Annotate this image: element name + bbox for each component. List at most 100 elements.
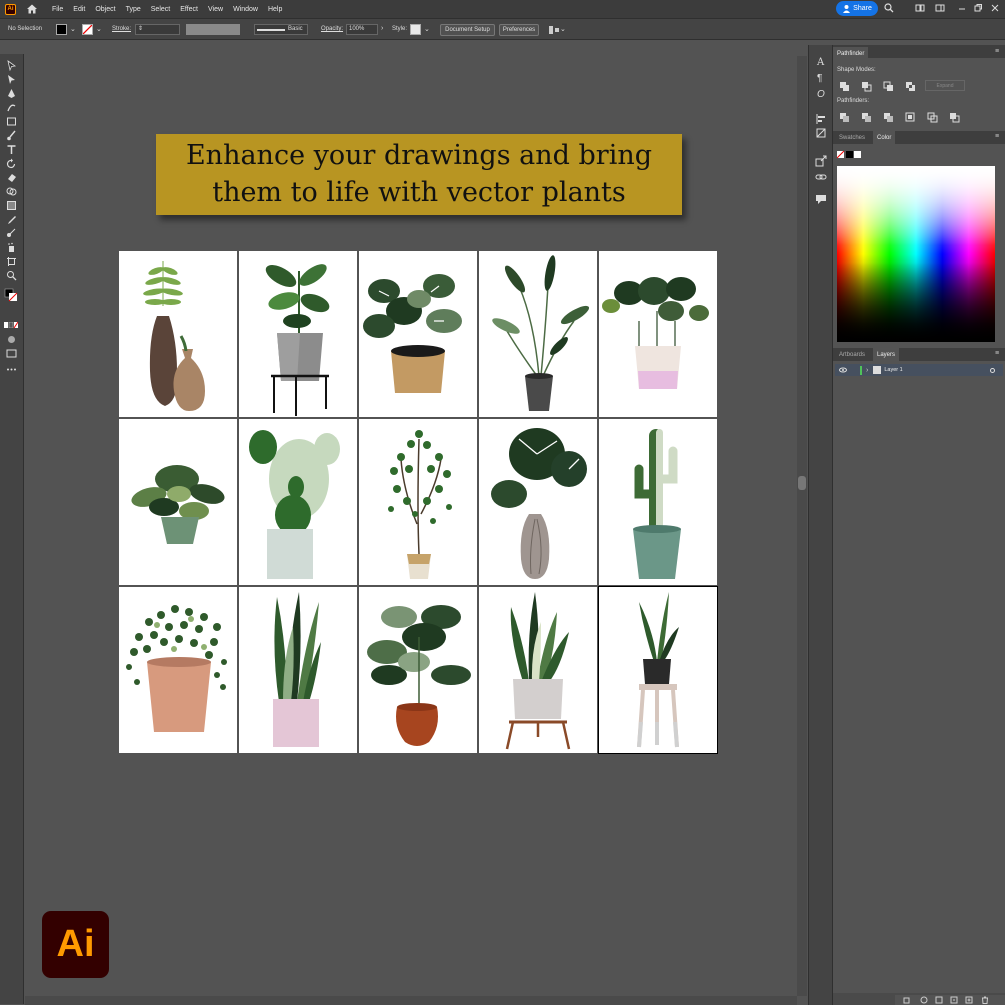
paragraph-icon[interactable]: ¶: [815, 71, 827, 83]
align-panel-icon[interactable]: [815, 113, 827, 125]
zoom-tool-icon[interactable]: [6, 270, 17, 281]
locate-icon[interactable]: [920, 996, 928, 1004]
brush-definition[interactable]: Basic: [254, 24, 308, 35]
artboard-plant-stool[interactable]: [598, 586, 718, 754]
restore-icon[interactable]: [973, 3, 983, 13]
gradient-tool-icon[interactable]: [6, 200, 17, 211]
artboard-cactus-white-pot[interactable]: [239, 419, 357, 585]
artboard-monstera-clay-pot[interactable]: [359, 587, 477, 753]
paintbrush-tool-icon[interactable]: [6, 130, 17, 141]
symbol-sprayer-tool-icon[interactable]: [6, 242, 17, 253]
eye-icon[interactable]: [839, 367, 847, 373]
preferences-button[interactable]: Preferences: [499, 24, 539, 36]
tab-color[interactable]: Color: [873, 131, 896, 144]
chevron-right-icon[interactable]: ›: [866, 367, 868, 374]
expand-button[interactable]: Expand: [925, 80, 965, 91]
opacity-label[interactable]: Opacity:: [321, 26, 343, 32]
links-icon[interactable]: [815, 171, 827, 183]
pathfinder-buttons[interactable]: [839, 112, 969, 123]
new-sublayer-icon[interactable]: [950, 996, 958, 1004]
panel-menu-icon[interactable]: ≡: [995, 48, 999, 55]
chevron-down-icon[interactable]: ⌄: [560, 25, 566, 33]
layer-name[interactable]: Layer 1: [884, 367, 902, 373]
new-layer-icon[interactable]: [965, 996, 973, 1004]
chevron-down-icon[interactable]: ⌄: [70, 25, 76, 33]
home-icon[interactable]: [26, 3, 38, 15]
artboard-bird-of-paradise[interactable]: [479, 251, 597, 417]
search-icon[interactable]: [884, 3, 894, 13]
selection-tool-icon[interactable]: [6, 60, 17, 71]
type-tool-icon[interactable]: [6, 144, 17, 155]
opacity-field[interactable]: 100%: [346, 24, 378, 35]
draw-mode-icon[interactable]: [6, 334, 17, 345]
opentype-icon[interactable]: O: [815, 87, 827, 99]
align-icon[interactable]: [548, 24, 560, 36]
artboard-rubber-plant-stand[interactable]: [239, 251, 357, 417]
artboard-saguaro-cactus[interactable]: [599, 419, 717, 585]
menu-type[interactable]: Type: [126, 6, 141, 13]
comments-icon[interactable]: [815, 193, 827, 205]
character-icon[interactable]: A: [815, 55, 827, 67]
scroll-thumb[interactable]: [798, 476, 806, 490]
layer-row[interactable]: › Layer 1: [835, 364, 1003, 376]
tab-layers[interactable]: Layers: [873, 348, 900, 361]
vertical-scrollbar[interactable]: [797, 56, 807, 996]
menu-window[interactable]: Window: [233, 6, 258, 13]
artboard-trailing-plant-terracotta[interactable]: [119, 587, 237, 753]
artboard-snake-plant-stand[interactable]: [479, 587, 597, 753]
trash-icon[interactable]: [981, 996, 989, 1004]
fill-stroke-swatches[interactable]: [4, 288, 18, 302]
more-tools-icon[interactable]: [6, 364, 17, 375]
shape-mode-buttons[interactable]: [839, 81, 929, 92]
clipping-mask-icon[interactable]: [935, 996, 943, 1004]
panel-menu-icon[interactable]: ≡: [995, 350, 999, 357]
artboard-tree-basket[interactable]: [359, 419, 477, 585]
color-swatches-row[interactable]: [837, 151, 861, 159]
headline-banner[interactable]: Enhance your drawings and bring them to …: [156, 134, 682, 215]
screen-mode-icon[interactable]: [6, 348, 17, 359]
arrange-documents-icon[interactable]: [915, 3, 925, 13]
artboard-fern-vases[interactable]: [119, 251, 237, 417]
graphic-style-swatch[interactable]: [410, 24, 421, 35]
menu-object[interactable]: Object: [95, 6, 115, 13]
eraser-tool-icon[interactable]: [6, 172, 17, 183]
tab-artboards[interactable]: Artboards: [835, 348, 869, 361]
rotate-tool-icon[interactable]: [6, 158, 17, 169]
rectangle-tool-icon[interactable]: [6, 116, 17, 127]
fill-swatch[interactable]: [56, 24, 67, 35]
menu-edit[interactable]: Edit: [73, 6, 85, 13]
chevron-right-icon[interactable]: ›: [381, 25, 383, 32]
share-button[interactable]: Share: [836, 1, 878, 16]
pen-tool-icon[interactable]: [6, 88, 17, 99]
close-icon[interactable]: [990, 3, 1000, 13]
curvature-tool-icon[interactable]: [6, 102, 17, 113]
workspace-icon[interactable]: [935, 3, 945, 13]
menu-view[interactable]: View: [208, 6, 223, 13]
stroke-label[interactable]: Stroke:: [112, 26, 131, 32]
shape-builder-tool-icon[interactable]: [6, 186, 17, 197]
chevron-down-icon[interactable]: ⌄: [424, 25, 430, 33]
menu-select[interactable]: Select: [151, 6, 170, 13]
menu-help[interactable]: Help: [268, 6, 282, 13]
target-icon[interactable]: [990, 367, 995, 373]
blend-tool-icon[interactable]: [6, 228, 17, 239]
artboard-philodendron-basket[interactable]: [599, 251, 717, 417]
stroke-weight-field[interactable]: ⇕: [135, 24, 180, 35]
panel-menu-icon[interactable]: ≡: [995, 133, 999, 140]
eyedropper-tool-icon[interactable]: [6, 214, 17, 225]
tab-pathfinder[interactable]: Pathfinder: [833, 47, 869, 60]
export-icon[interactable]: [903, 996, 911, 1004]
export-icon[interactable]: [815, 155, 827, 167]
color-mode-icons[interactable]: [4, 322, 18, 328]
horizontal-scrollbar[interactable]: [25, 996, 797, 1005]
artboard-monstera-gold-pot[interactable]: [359, 251, 477, 417]
document-setup-button[interactable]: Document Setup: [440, 24, 495, 36]
canvas-area[interactable]: Enhance your drawings and bring them to …: [25, 56, 797, 996]
tab-swatches[interactable]: Swatches: [835, 131, 869, 144]
color-spectrum[interactable]: [837, 166, 995, 342]
artboard-tool-icon[interactable]: [6, 256, 17, 267]
menu-effect[interactable]: Effect: [180, 6, 198, 13]
direct-selection-tool-icon[interactable]: [6, 74, 17, 85]
menu-file[interactable]: File: [52, 6, 63, 13]
minimize-icon[interactable]: [957, 3, 967, 13]
